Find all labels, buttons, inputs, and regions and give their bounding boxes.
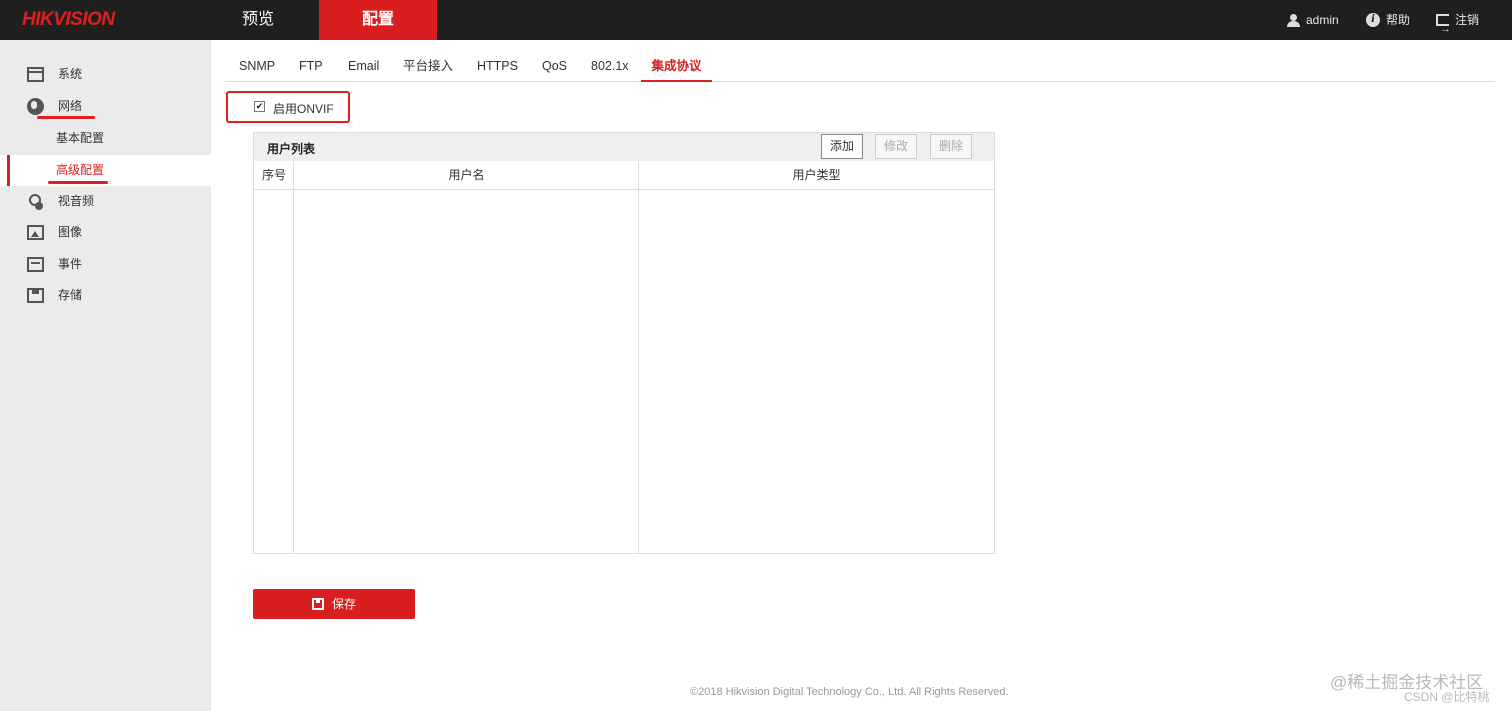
sidebar-item-event[interactable]: 事件 [0, 249, 211, 280]
config-tabs: SNMP FTP Email 平台接入 HTTPS QoS 802.1x 集成协… [225, 54, 1495, 82]
sidebar-item-storage[interactable]: 存储 [0, 280, 211, 311]
sidebar-item-image[interactable]: 图像 [0, 217, 211, 248]
image-icon [27, 225, 44, 240]
delete-user-button[interactable]: 删除 [930, 134, 972, 159]
user-list-table: 用户列表 添加 修改 删除 序号 用户名 用户类型 [253, 132, 995, 554]
help-label: 帮助 [1386, 13, 1411, 27]
top-bar: HIKVISION 预览 配置 admin i 帮助 注销 [0, 0, 1512, 49]
edit-user-button[interactable]: 修改 [875, 134, 917, 159]
sidebar-item-video-audio[interactable]: 视音频 [0, 186, 211, 217]
event-icon [27, 257, 44, 272]
video-audio-icon [27, 194, 44, 210]
system-icon [27, 67, 44, 82]
storage-icon [27, 288, 44, 303]
column-header-user-type: 用户类型 [792, 168, 841, 182]
user-menu[interactable]: admin [1287, 0, 1339, 40]
copyright-footer: ©2018 Hikvision Digital Technology Co., … [690, 686, 1009, 698]
tab-8021x[interactable]: 802.1x [591, 54, 629, 82]
save-label: 保存 [331, 597, 356, 611]
sidebar: 系统 网络 基本配置 高级配置 视音频 图像 事件 存储 [0, 40, 211, 711]
logout-label: 注销 [1455, 13, 1480, 27]
user-list-title: 用户列表 [267, 142, 316, 156]
sidebar-item-label: 基本配置 [56, 131, 105, 145]
sidebar-item-label: 系统 [58, 67, 83, 81]
tab-email[interactable]: Email [348, 54, 379, 82]
column-divider [638, 161, 639, 553]
tab-integration-protocol[interactable]: 集成协议 [641, 54, 712, 82]
sidebar-subitem-basic-config[interactable]: 基本配置 [0, 123, 211, 154]
tab-platform-access[interactable]: 平台接入 [403, 54, 453, 82]
user-list-header: 用户列表 添加 修改 删除 [254, 133, 994, 161]
tab-snmp[interactable]: SNMP [239, 54, 275, 82]
sidebar-item-label: 图像 [58, 225, 83, 239]
column-header-index: 序号 [261, 168, 286, 182]
watermark-csdn: CSDN @比特桃 [1404, 690, 1490, 704]
enable-onvif-checkbox[interactable]: ✔ [254, 101, 265, 112]
username: admin [1306, 13, 1339, 27]
sidebar-item-label: 视音频 [58, 194, 95, 208]
column-divider [293, 161, 294, 553]
tab-qos[interactable]: QoS [542, 54, 567, 82]
floppy-disk-icon [311, 598, 324, 610]
annotation-underline [48, 181, 108, 184]
nav-preview[interactable]: 预览 [208, 0, 308, 40]
sidebar-item-network[interactable]: 网络 [0, 91, 211, 122]
help-link[interactable]: i 帮助 [1366, 0, 1410, 40]
sidebar-item-label: 事件 [58, 257, 83, 271]
tab-ftp[interactable]: FTP [299, 54, 323, 82]
logout-link[interactable]: 注销 [1436, 0, 1480, 49]
annotation-underline [37, 116, 95, 119]
logout-icon [1436, 9, 1451, 49]
save-button[interactable]: 保存 [253, 589, 415, 619]
column-header-username: 用户名 [448, 168, 485, 182]
tab-https[interactable]: HTTPS [477, 54, 518, 82]
info-icon: i [1366, 13, 1380, 27]
user-icon [1287, 13, 1300, 27]
onvif-highlight: ✔ 启用ONVIF [226, 91, 350, 123]
enable-onvif-label: 启用ONVIF [273, 102, 334, 116]
sidebar-item-system[interactable]: 系统 [0, 59, 211, 90]
sidebar-item-label: 存储 [58, 288, 83, 302]
table-header: 序号 用户名 用户类型 [254, 161, 994, 190]
add-user-button[interactable]: 添加 [821, 134, 863, 159]
globe-icon [27, 98, 44, 115]
hikvision-logo: HIKVISION [22, 9, 115, 30]
nav-config[interactable]: 配置 [319, 0, 437, 40]
